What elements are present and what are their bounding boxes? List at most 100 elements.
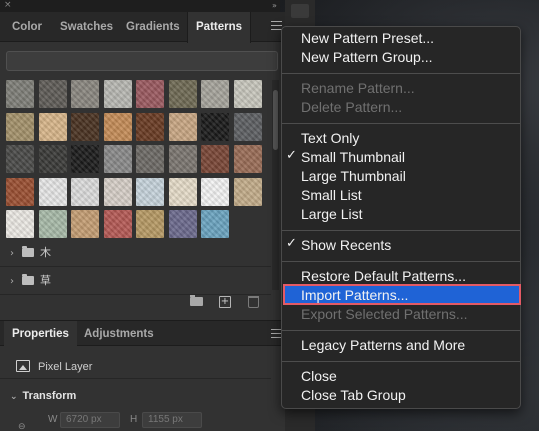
add-icon[interactable]: +	[219, 296, 231, 308]
trash-icon[interactable]	[248, 296, 259, 308]
pattern-group-label: 草	[40, 275, 51, 287]
menu-item-show-recents[interactable]: Show Recents	[301, 236, 391, 255]
close-panel-icon[interactable]: ×	[4, 0, 12, 10]
pattern-thumbnail[interactable]	[38, 177, 67, 206]
dock-button[interactable]	[291, 4, 309, 18]
pattern-thumbnail[interactable]	[168, 210, 197, 238]
tab-gradients[interactable]: Gradients	[118, 12, 188, 42]
panel-top-strip: ×	[0, 0, 280, 12]
properties-tabbar: Properties Adjustments	[0, 320, 285, 348]
pattern-thumbnail[interactable]	[136, 177, 164, 206]
menu-item-delete-pattern: Delete Pattern...	[301, 99, 403, 115]
menu-item-restore-default-patterns[interactable]: Restore Default Patterns...	[301, 267, 466, 286]
width-field[interactable]: 6720 px	[60, 412, 120, 428]
pattern-thumbnail[interactable]	[71, 177, 99, 206]
pattern-thumbnail[interactable]	[201, 177, 229, 206]
patterns-context-menu: New Pattern Preset... New Pattern Group.…	[281, 26, 521, 409]
pattern-thumbnail[interactable]	[233, 177, 262, 206]
tab-adjustments[interactable]: Adjustments	[76, 321, 162, 347]
pattern-group-row[interactable]: › 木	[10, 242, 51, 264]
pattern-search-input[interactable]	[6, 51, 278, 71]
tab-properties[interactable]: Properties	[4, 321, 77, 348]
chevron-right-icon[interactable]: ›	[10, 243, 22, 265]
image-icon	[16, 360, 30, 372]
pattern-thumbnail[interactable]	[71, 112, 99, 141]
pattern-thumbnail[interactable]	[38, 112, 67, 141]
panel-tabbar: Color Swatches Gradients Patterns	[0, 12, 285, 43]
pattern-thumbnail[interactable]	[38, 145, 67, 173]
menu-separator	[282, 361, 520, 362]
pattern-thumbnail[interactable]	[233, 145, 262, 173]
menu-item-close[interactable]: Close	[301, 367, 337, 386]
pattern-thumbnail[interactable]	[233, 80, 262, 108]
pattern-thumbnail[interactable]	[103, 80, 132, 108]
pattern-thumbnail[interactable]	[168, 145, 197, 173]
pattern-thumbnail[interactable]	[6, 112, 34, 141]
pattern-thumbnail[interactable]	[136, 112, 164, 141]
pattern-thumbnail[interactable]	[6, 145, 34, 173]
collapse-panel-icon[interactable]: »	[272, 1, 277, 10]
pattern-thumbnail[interactable]	[201, 145, 229, 173]
pattern-thumbnail[interactable]	[201, 112, 229, 141]
link-icon[interactable]: ⊖	[18, 422, 26, 431]
tab-color[interactable]: Color	[4, 12, 50, 42]
checkmark-icon: ✓	[286, 236, 297, 251]
scroll-thumb[interactable]	[273, 90, 278, 150]
pattern-thumbnail[interactable]	[201, 210, 229, 238]
pattern-thumbnail[interactable]	[103, 145, 132, 173]
pattern-thumbnail[interactable]	[168, 177, 197, 206]
chevron-down-icon[interactable]: ⌄	[10, 392, 18, 402]
pattern-thumbnail[interactable]	[136, 210, 164, 238]
pattern-scrollbar[interactable]	[272, 80, 279, 290]
pattern-thumbnail[interactable]	[71, 210, 99, 238]
pattern-thumbnail[interactable]	[201, 80, 229, 108]
pattern-thumbnail[interactable]	[168, 112, 197, 141]
checkmark-icon: ✓	[286, 148, 297, 163]
menu-item-large-thumbnail[interactable]: Large Thumbnail	[301, 167, 406, 186]
menu-item-import-patterns[interactable]: Import Patterns...	[301, 286, 408, 305]
tab-swatches[interactable]: Swatches	[52, 12, 121, 42]
pattern-thumbnail[interactable]	[71, 145, 99, 173]
chevron-right-icon[interactable]: ›	[10, 271, 22, 293]
pattern-thumbnail[interactable]	[136, 80, 164, 108]
menu-item-legacy-patterns[interactable]: Legacy Patterns and More	[301, 336, 465, 355]
pattern-thumbnail[interactable]	[168, 80, 197, 108]
menu-item-text-only[interactable]: Text Only	[301, 129, 359, 148]
layer-type-row: Pixel Layer	[12, 358, 92, 374]
menu-item-small-list[interactable]: Small List	[301, 186, 362, 205]
pattern-group-label: 木	[40, 247, 51, 259]
divider	[0, 266, 271, 267]
patterns-panel: Color Swatches Gradients Patterns › 木 › 草 …	[0, 12, 285, 431]
pattern-group-row[interactable]: › 草	[10, 270, 51, 292]
pattern-thumbnail[interactable]	[103, 112, 132, 141]
menu-item-large-list[interactable]: Large List	[301, 205, 362, 224]
menu-item-small-thumbnail[interactable]: Small Thumbnail	[301, 148, 405, 167]
folder-icon	[22, 274, 34, 285]
pattern-thumbnail[interactable]	[71, 80, 99, 108]
tab-patterns[interactable]: Patterns	[187, 12, 252, 43]
menu-separator	[282, 73, 520, 74]
menu-item-rename-pattern: Rename Pattern...	[301, 80, 415, 96]
pattern-thumbnail[interactable]	[6, 80, 34, 108]
height-field[interactable]: 1155 px	[142, 412, 202, 428]
pattern-thumbnail[interactable]	[38, 210, 67, 238]
pattern-thumbnail[interactable]	[6, 177, 34, 206]
layer-type-label: Pixel Layer	[38, 361, 93, 373]
pattern-thumbnail[interactable]	[6, 210, 34, 238]
new-group-folder-icon[interactable]	[190, 295, 203, 306]
menu-separator	[282, 330, 520, 331]
pattern-thumbnail[interactable]	[233, 112, 262, 141]
menu-item-new-pattern-group[interactable]: New Pattern Group...	[301, 48, 433, 67]
menu-item-new-pattern-preset[interactable]: New Pattern Preset...	[301, 29, 434, 48]
transform-section[interactable]: ⌄ Transform	[10, 390, 76, 402]
pattern-thumbnail[interactable]	[103, 210, 132, 238]
pattern-thumbnail[interactable]	[136, 145, 164, 173]
menu-item-export-selected-patterns: Export Selected Patterns...	[301, 306, 468, 322]
pattern-thumbnail[interactable]	[103, 177, 132, 206]
height-label: H	[130, 414, 138, 425]
folder-icon	[22, 246, 34, 257]
pattern-thumbnail[interactable]	[38, 80, 67, 108]
menu-item-close-tab-group[interactable]: Close Tab Group	[301, 386, 406, 405]
menu-separator	[282, 123, 520, 124]
menu-separator	[282, 261, 520, 262]
